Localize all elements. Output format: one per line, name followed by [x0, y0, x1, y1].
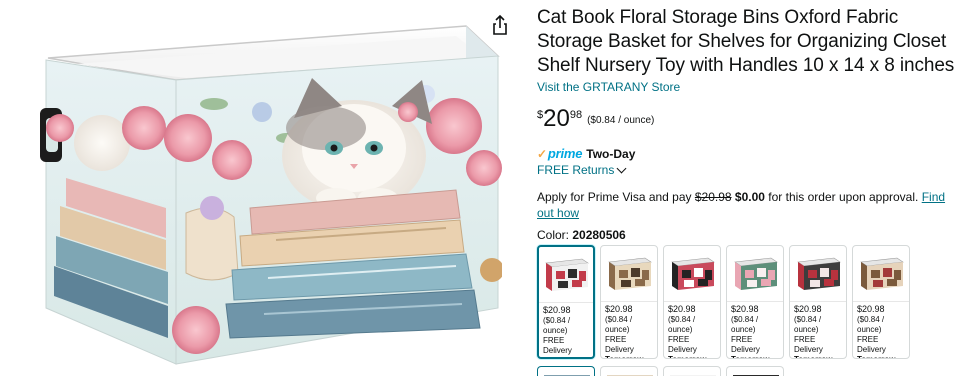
swatch-delivery: FREE Delivery [543, 336, 572, 355]
product-image[interactable] [36, 8, 502, 368]
swatch-image [664, 246, 720, 302]
color-swatch[interactable] [726, 366, 784, 376]
price-per-unit: ($0.84 / ounce) [587, 115, 655, 126]
swatch-delivery: FREE Delivery [731, 335, 760, 354]
swatch-delivery: FREE Delivery [668, 335, 697, 354]
swatch-delivery-day: Tomorrow [605, 355, 653, 358]
swatch-unit: ounce) [794, 325, 819, 334]
swatch-info: $20.98 ($0.84 / ounce) FREE Delivery Tom… [601, 302, 657, 358]
share-icon[interactable] [490, 14, 510, 36]
price: $ 20 98 ($0.84 / ounce) [537, 106, 955, 134]
swatch-delivery-day: Tomorrow [668, 355, 716, 358]
color-swatch[interactable] [663, 366, 721, 376]
swatch-unit: ounce) [857, 325, 882, 334]
color-swatch[interactable]: $20.98 ($0.84 / ounce) FREE Delivery Tom… [789, 245, 847, 359]
swatch-delivery: FREE Delivery [857, 335, 886, 354]
visa-text: Apply for Prime Visa and pay [537, 190, 695, 204]
product-title: Cat Book Floral Storage Bins Oxford Fabr… [537, 7, 955, 76]
swatch-delivery-day: Tomorrow [731, 355, 779, 358]
store-link[interactable]: Visit the GRTARANY Store [537, 80, 955, 94]
color-swatch[interactable]: $20.98 ($0.84 / ounce) FREE Delivery Tom… [726, 245, 784, 359]
swatch-info: $20.98 ($0.84 / ounce) FREE Delivery Tom… [853, 302, 909, 358]
color-swatch[interactable] [537, 366, 595, 376]
prime-visa-offer: Apply for Prime Visa and pay $20.98 $0.0… [537, 189, 955, 221]
swatch-price: $20.98 [605, 304, 633, 314]
chevron-down-icon [616, 163, 627, 173]
swatch-delivery: FREE Delivery [605, 335, 634, 354]
swatch-unit: ($0.84 / [543, 316, 571, 325]
delivery-speed: Two-Day [586, 146, 636, 161]
swatch-unit: ($0.84 / [794, 315, 822, 324]
color-swatches-row-2 [537, 366, 955, 376]
swatch-image [790, 246, 846, 302]
swatch-unit: ounce) [605, 325, 630, 334]
swatch-image [539, 247, 593, 303]
free-returns-dropdown[interactable]: FREE Returns [537, 163, 955, 177]
color-swatch[interactable]: $20.98 ($0.84 / ounce) FREE Delivery Tom… [663, 245, 721, 359]
swatch-image [853, 246, 909, 302]
price-whole: 20 [543, 105, 570, 132]
color-swatch[interactable]: $20.98 ($0.84 / ounce) FREE Delivery Tom… [852, 245, 910, 359]
swatch-delivery-day: Tomorrow [794, 355, 842, 358]
visa-new-price: $0.00 [734, 190, 765, 204]
product-details: Cat Book Floral Storage Bins Oxford Fabr… [537, 0, 955, 376]
swatch-price: $20.98 [668, 304, 696, 314]
visa-old-price: $20.98 [694, 190, 732, 204]
swatch-info: $20.98 ($0.84 / ounce) FREE Delivery Tom… [727, 302, 783, 358]
prime-logo: ✓ prime [537, 146, 582, 161]
prime-label: prime [547, 146, 583, 161]
price-fraction: 98 [569, 109, 583, 121]
free-returns-label: FREE Returns [537, 163, 615, 177]
swatch-unit: ounce) [668, 325, 693, 334]
color-selection: Color: 20280506 [537, 228, 955, 242]
color-swatches: $20.98 ($0.84 / ounce) FREE Delivery Tue… [537, 245, 955, 359]
color-value: 20280506 [572, 228, 626, 242]
swatch-price: $20.98 [794, 304, 822, 314]
image-gallery [0, 0, 520, 376]
swatch-delivery-day: Tuesday [543, 356, 589, 357]
swatch-price: $20.98 [543, 305, 571, 315]
prime-delivery: ✓ prime Two-Day [537, 146, 955, 161]
swatch-price: $20.98 [731, 304, 759, 314]
swatch-unit: ounce) [543, 326, 568, 335]
swatch-unit: ($0.84 / [668, 315, 696, 324]
swatch-unit: ounce) [731, 325, 756, 334]
swatch-info: $20.98 ($0.84 / ounce) FREE Delivery Tom… [664, 302, 720, 358]
swatch-delivery-day: Tomorrow [857, 355, 905, 358]
swatch-image [727, 246, 783, 302]
prime-check-icon: ✓ [537, 146, 547, 161]
swatch-unit: ($0.84 / [731, 315, 759, 324]
swatch-delivery: FREE Delivery [794, 335, 823, 354]
color-swatch[interactable] [600, 366, 658, 376]
color-swatch[interactable]: $20.98 ($0.84 / ounce) FREE Delivery Tue… [537, 245, 595, 359]
swatch-price: $20.98 [857, 304, 885, 314]
swatch-info: $20.98 ($0.84 / ounce) FREE Delivery Tom… [790, 302, 846, 358]
swatch-image [601, 246, 657, 302]
visa-text-after: for this order upon approval. [764, 190, 922, 204]
swatch-unit: ($0.84 / [857, 315, 885, 324]
swatch-unit: ($0.84 / [605, 315, 633, 324]
color-label: Color: [537, 228, 573, 242]
color-swatch[interactable]: $20.98 ($0.84 / ounce) FREE Delivery Tom… [600, 245, 658, 359]
swatch-info: $20.98 ($0.84 / ounce) FREE Delivery Tue… [539, 303, 593, 357]
